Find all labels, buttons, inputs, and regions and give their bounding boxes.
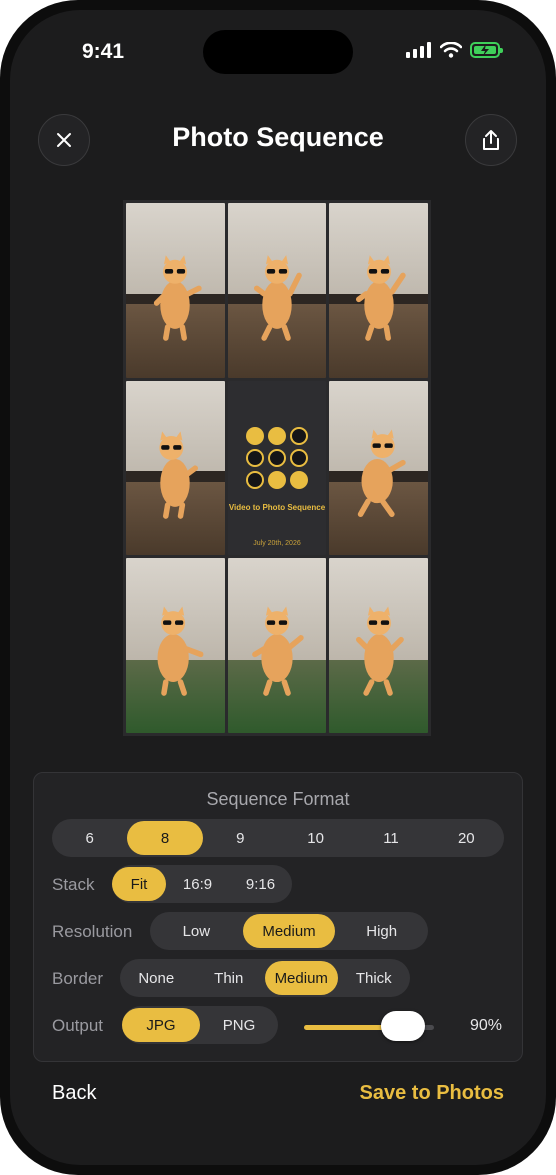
- cover-date: July 20th, 2026: [253, 539, 301, 547]
- cat-image: [154, 255, 203, 341]
- photo-tile-6: [126, 558, 225, 733]
- cover-title: Video to Photo Sequence: [228, 502, 326, 512]
- panel-title: Sequence Format: [206, 789, 350, 809]
- stack-selector: Fit 16:9 9:16: [112, 865, 292, 903]
- count-selector: 6 8 9 10 11 20: [52, 819, 504, 857]
- stack-label: Stack: [52, 875, 95, 894]
- cat-image: [253, 255, 302, 341]
- cat-image: [355, 606, 404, 697]
- sequence-cover-tile: Video to Photo Sequence July 20th, 2026: [227, 380, 327, 556]
- cat-image: [159, 430, 199, 519]
- share-icon: [483, 130, 499, 150]
- quality-slider-thumb[interactable]: [381, 1011, 425, 1041]
- cat-image: [355, 255, 406, 341]
- cat-image: [357, 429, 406, 517]
- resolution-option-low[interactable]: Low: [150, 914, 243, 948]
- border-selector: None Thin Medium Thick: [120, 959, 410, 997]
- battery-icon: [470, 42, 503, 58]
- status-time: 9:41: [82, 40, 125, 63]
- count-option-20[interactable]: 20: [429, 821, 504, 855]
- cellular-signal-icon: [406, 42, 431, 58]
- resolution-option-medium[interactable]: Medium: [242, 914, 336, 948]
- photo-tile-1: [126, 203, 225, 378]
- share-button[interactable]: [465, 114, 517, 166]
- resolution-label: Resolution: [52, 922, 133, 941]
- format-panel: Sequence Format 6 8 9 10 11 20 Stack Fit…: [33, 772, 523, 1062]
- count-option-10[interactable]: 10: [278, 821, 353, 855]
- count-option-9[interactable]: 9: [203, 821, 278, 855]
- resolution-selector: Low Medium High: [150, 912, 428, 950]
- count-option-6[interactable]: 6: [52, 821, 127, 855]
- stack-option-9-16[interactable]: 9:16: [229, 867, 292, 901]
- stack-option-16-9[interactable]: 16:9: [166, 867, 229, 901]
- resolution-option-high[interactable]: High: [335, 914, 428, 948]
- quality-value: 90%: [469, 1017, 502, 1034]
- status-icons: [406, 42, 503, 58]
- photo-tile-3: [329, 203, 428, 378]
- photo-tile-2: [227, 203, 327, 378]
- cat-image: [252, 606, 304, 697]
- photo-tile-7: [227, 558, 327, 733]
- photo-tile-4: [126, 380, 225, 556]
- phone-frame: 9:41 Photo Sequence Video to Photo Seque…: [0, 0, 556, 1175]
- screen: 9:41 Photo Sequence Video to Photo Seque…: [10, 10, 546, 1165]
- sequence-preview-grid: Video to Photo Sequence July 20th, 2026: [123, 200, 431, 736]
- back-button[interactable]: Back: [52, 1082, 96, 1105]
- border-label: Border: [52, 969, 104, 988]
- dynamic-island: [203, 30, 353, 74]
- photo-tile-8: [329, 558, 428, 733]
- stack-option-fit[interactable]: Fit: [112, 867, 166, 901]
- border-option-thin[interactable]: Thin: [193, 961, 266, 995]
- quality-slider[interactable]: [304, 1011, 434, 1041]
- wifi-icon: [440, 42, 462, 58]
- output-selector: JPG PNG: [122, 1006, 278, 1044]
- border-option-none[interactable]: None: [120, 961, 193, 995]
- output-label: Output: [52, 1016, 104, 1035]
- save-to-photos-button[interactable]: Save to Photos: [360, 1082, 504, 1105]
- count-option-8[interactable]: 8: [127, 821, 203, 855]
- app-logo: [245, 426, 308, 489]
- photo-tile-5: [329, 380, 428, 556]
- border-option-medium[interactable]: Medium: [265, 961, 338, 995]
- output-option-jpg[interactable]: JPG: [122, 1008, 200, 1042]
- output-option-png[interactable]: PNG: [200, 1008, 278, 1042]
- count-option-11[interactable]: 11: [353, 821, 428, 855]
- cat-image: [157, 606, 203, 697]
- border-option-thick[interactable]: Thick: [338, 961, 411, 995]
